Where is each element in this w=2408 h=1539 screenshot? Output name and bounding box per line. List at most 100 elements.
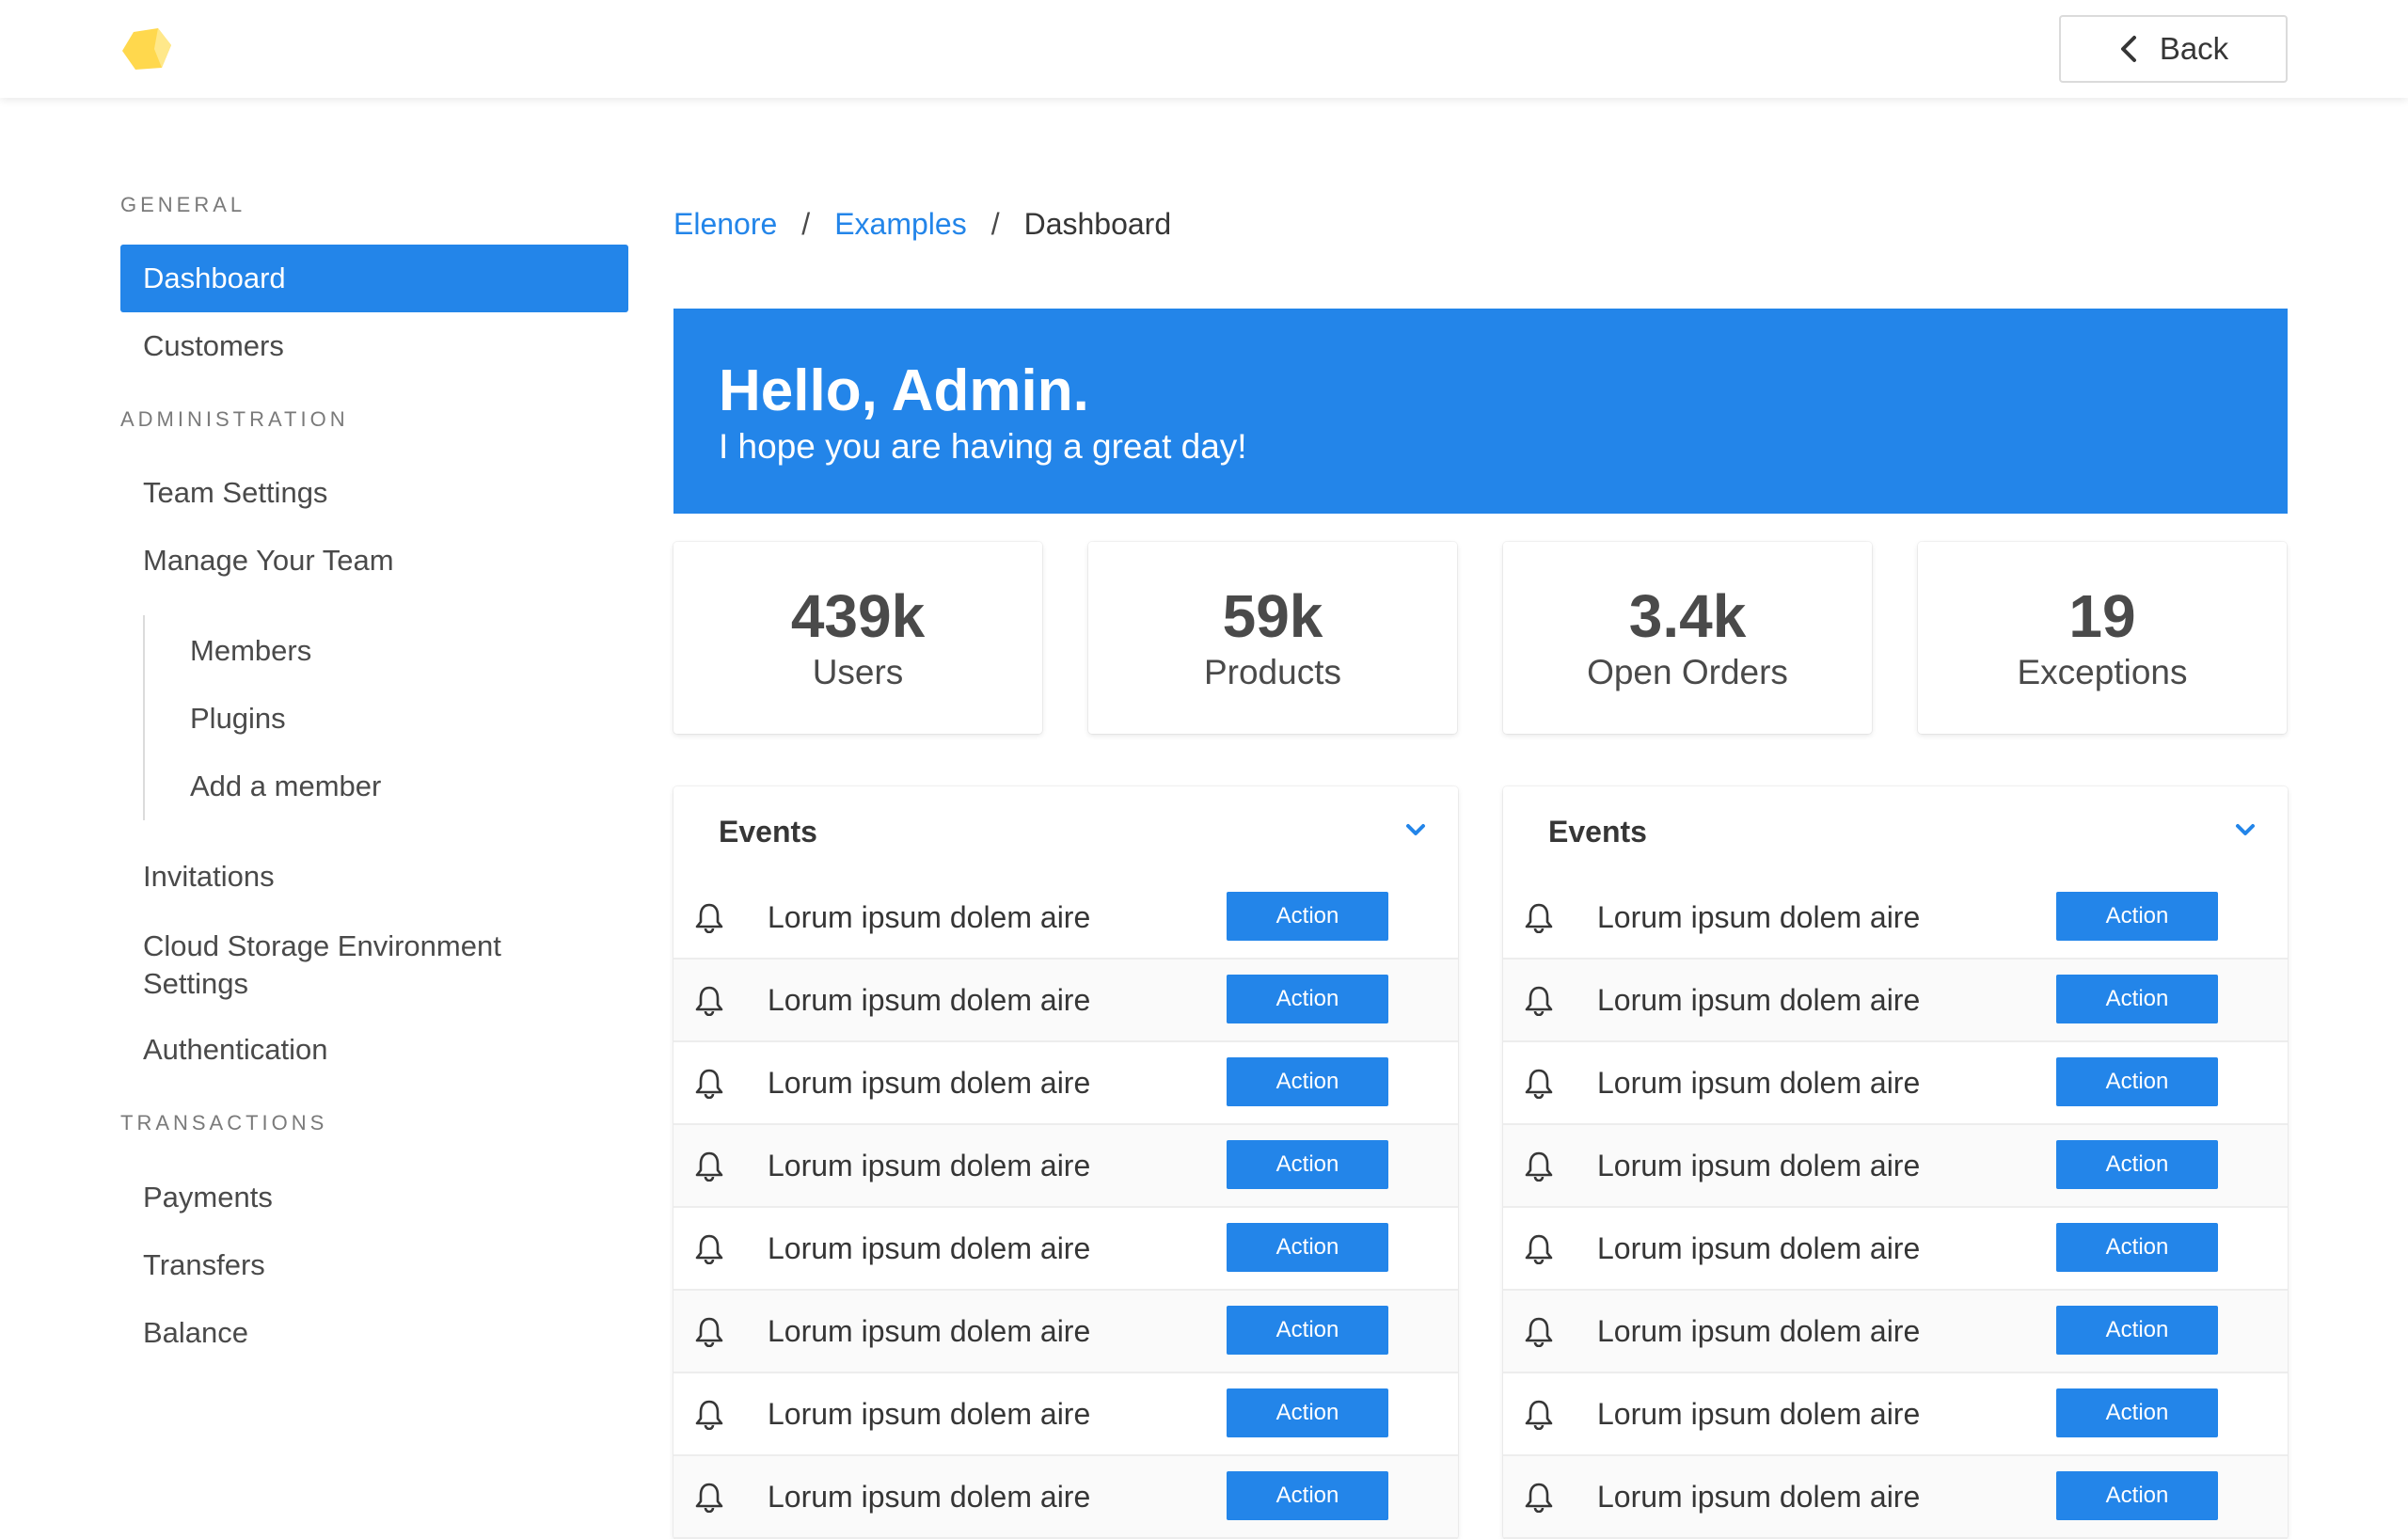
bell-icon xyxy=(1525,1483,1553,1513)
action-button[interactable]: Action xyxy=(2056,1223,2218,1272)
sidebar-item-cloud-storage-settings[interactable]: Cloud Storage Environment Settings xyxy=(120,928,534,1010)
hero-subtitle: I hope you are having a great day! xyxy=(719,427,1247,466)
sidebar-item-authentication[interactable]: Authentication xyxy=(120,1016,628,1084)
action-button[interactable]: Action xyxy=(1227,1140,1388,1189)
action-button[interactable]: Action xyxy=(1227,1471,1388,1520)
action-button[interactable]: Action xyxy=(2056,1471,2218,1520)
back-button-label: Back xyxy=(2159,31,2229,66)
event-text: Lorum ipsum dolem aire xyxy=(768,1065,1091,1100)
event-text: Lorum ipsum dolem aire xyxy=(1597,899,1921,934)
event-row: Lorum ipsum dolem aire Action xyxy=(673,1373,1458,1456)
menu-label-administration: Administration xyxy=(120,407,349,431)
hero-title: Hello, Admin. xyxy=(719,358,1089,423)
stat-tiles: 439k Users 59k Products 3.4k Open Orders… xyxy=(673,542,2288,734)
stat-value: 3.4k xyxy=(1628,582,1747,650)
bell-icon xyxy=(1525,986,1553,1016)
chevron-down-icon[interactable] xyxy=(1405,822,1426,837)
card-title: Events xyxy=(1548,814,1647,849)
event-text: Lorum ipsum dolem aire xyxy=(768,1313,1091,1348)
sidebar-item-dashboard[interactable]: Dashboard xyxy=(120,245,628,312)
action-button[interactable]: Action xyxy=(1227,1306,1388,1355)
event-row: Lorum ipsum dolem aire Action xyxy=(1503,877,2288,960)
event-text: Lorum ipsum dolem aire xyxy=(1597,1479,1921,1514)
event-text: Lorum ipsum dolem aire xyxy=(1597,1148,1921,1182)
event-row: Lorum ipsum dolem aire Action xyxy=(673,1456,1458,1539)
sidebar-subitem-plugins[interactable]: Plugins xyxy=(190,702,286,736)
stat-label: Exceptions xyxy=(2017,653,2188,691)
stat-label: Open Orders xyxy=(1587,653,1788,691)
action-button[interactable]: Action xyxy=(2056,1306,2218,1355)
event-text: Lorum ipsum dolem aire xyxy=(1597,1396,1921,1431)
action-button[interactable]: Action xyxy=(2056,892,2218,941)
event-row: Lorum ipsum dolem aire Action xyxy=(673,1042,1458,1125)
stat-value: 19 xyxy=(2068,582,2136,650)
event-row: Lorum ipsum dolem aire Action xyxy=(673,1208,1458,1291)
event-text: Lorum ipsum dolem aire xyxy=(768,1148,1091,1182)
chevron-down-icon[interactable] xyxy=(2235,822,2256,837)
stat-value: 59k xyxy=(1222,582,1323,650)
bell-icon xyxy=(1525,1317,1553,1347)
event-row: Lorum ipsum dolem aire Action xyxy=(1503,1373,2288,1456)
card-header: Events xyxy=(1503,786,2288,877)
event-text: Lorum ipsum dolem aire xyxy=(768,982,1091,1017)
event-text: Lorum ipsum dolem aire xyxy=(768,1230,1091,1265)
welcome-hero: Hello, Admin. I hope you are having a gr… xyxy=(673,309,2288,514)
event-row: Lorum ipsum dolem aire Action xyxy=(1503,1456,2288,1539)
action-button[interactable]: Action xyxy=(2056,1140,2218,1189)
bell-icon xyxy=(1525,1400,1553,1430)
sidebar-subitem-members[interactable]: Members xyxy=(190,634,311,668)
stat-tile-exceptions: 19 Exceptions xyxy=(1918,542,2287,734)
event-text: Lorum ipsum dolem aire xyxy=(1597,1065,1921,1100)
bell-icon xyxy=(1525,903,1553,933)
action-button[interactable]: Action xyxy=(2056,975,2218,1023)
action-button[interactable]: Action xyxy=(1227,892,1388,941)
sidebar-item-transfers[interactable]: Transfers xyxy=(120,1231,628,1299)
sidebar-subitem-add-member[interactable]: Add a member xyxy=(190,770,381,803)
submenu-divider xyxy=(143,615,145,820)
brand-logo-icon[interactable] xyxy=(120,26,173,73)
chevron-left-icon xyxy=(2120,36,2136,62)
event-row: Lorum ipsum dolem aire Action xyxy=(673,1125,1458,1208)
back-button[interactable]: Back xyxy=(2059,15,2288,83)
bell-icon xyxy=(695,1317,723,1347)
sidebar-item-invitations[interactable]: Invitations xyxy=(120,843,628,911)
bell-icon xyxy=(695,1234,723,1264)
bell-icon xyxy=(1525,1151,1553,1182)
breadcrumb-current: Dashboard xyxy=(1023,207,1172,241)
action-button[interactable]: Action xyxy=(2056,1388,2218,1437)
sidebar-item-manage-your-team[interactable]: Manage Your Team xyxy=(120,527,628,595)
action-button[interactable]: Action xyxy=(1227,1388,1388,1437)
stat-label: Users xyxy=(812,653,904,691)
top-navbar: Back xyxy=(0,0,2408,98)
breadcrumb-link-examples[interactable]: Examples xyxy=(834,207,967,242)
breadcrumb-separator: / xyxy=(990,207,1000,241)
action-button[interactable]: Action xyxy=(1227,1223,1388,1272)
stat-tile-open-orders: 3.4k Open Orders xyxy=(1503,542,1872,734)
card-header: Events xyxy=(673,786,1458,877)
event-row: Lorum ipsum dolem aire Action xyxy=(673,877,1458,960)
bell-icon xyxy=(695,1483,723,1513)
menu-label-transactions: Transactions xyxy=(120,1111,328,1134)
menu-label-general: General xyxy=(120,193,246,216)
event-row: Lorum ipsum dolem aire Action xyxy=(1503,1125,2288,1208)
action-button[interactable]: Action xyxy=(1227,975,1388,1023)
sidebar-item-team-settings[interactable]: Team Settings xyxy=(120,459,628,527)
action-button[interactable]: Action xyxy=(2056,1057,2218,1106)
sidebar-item-balance[interactable]: Balance xyxy=(120,1299,628,1367)
bell-icon xyxy=(1525,1069,1553,1099)
event-text: Lorum ipsum dolem aire xyxy=(1597,982,1921,1017)
events-card-left: Events Lorum ipsum dolem aire Action Lor… xyxy=(673,786,1458,1539)
action-button[interactable]: Action xyxy=(1227,1057,1388,1106)
event-text: Lorum ipsum dolem aire xyxy=(768,1396,1091,1431)
sidebar-item-payments[interactable]: Payments xyxy=(120,1164,628,1231)
sidebar-item-customers[interactable]: Customers xyxy=(120,312,628,380)
bell-icon xyxy=(695,986,723,1016)
event-row: Lorum ipsum dolem aire Action xyxy=(673,960,1458,1042)
bell-icon xyxy=(695,1400,723,1430)
event-row: Lorum ipsum dolem aire Action xyxy=(1503,1291,2288,1373)
card-title: Events xyxy=(719,814,817,849)
bell-icon xyxy=(695,903,723,933)
breadcrumb: Elenore / Examples / Dashboard xyxy=(673,207,1171,242)
breadcrumb-link-elenore[interactable]: Elenore xyxy=(673,207,777,242)
event-row: Lorum ipsum dolem aire Action xyxy=(1503,960,2288,1042)
